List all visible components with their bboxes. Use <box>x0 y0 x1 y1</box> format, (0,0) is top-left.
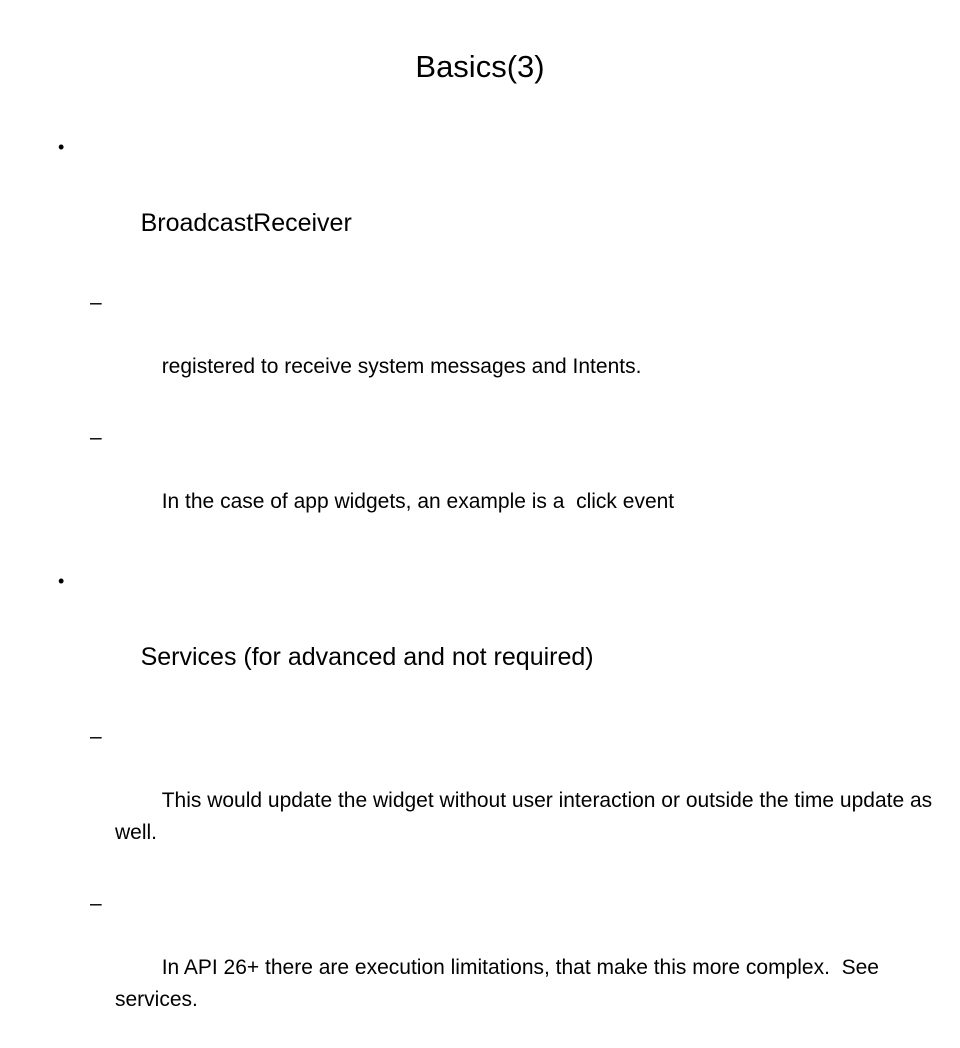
bullet-item-level2-label: In API 26+ there are execution limitatio… <box>115 956 885 1011</box>
bullet-item-level2-label: registered to receive system messages an… <box>161 355 642 378</box>
dash-icon: – <box>90 426 102 449</box>
dash-icon: – <box>90 291 102 314</box>
bullet-group: • Services (for advanced and not require… <box>0 562 960 1048</box>
bullet-item-level1: • BroadcastReceiver <box>0 128 960 280</box>
bullet-item-level1: • Services (for advanced and not require… <box>0 562 960 714</box>
bullet-dot-icon: • <box>58 137 65 157</box>
slide-body: • BroadcastReceiver – registered to rece… <box>0 128 960 1048</box>
bullet-item-level1-label: BroadcastReceiver <box>140 209 352 237</box>
bullet-item-level2-label: In the case of app widgets, an example i… <box>161 490 675 513</box>
dash-icon: – <box>90 725 102 748</box>
bullet-group: • BroadcastReceiver – registered to rece… <box>0 128 960 550</box>
bullet-item-level2: – In API 26+ there are execution limitat… <box>0 888 960 1048</box>
bullet-item-level1-label: Services (for advanced and not required) <box>140 643 594 671</box>
bullet-dot-icon: • <box>58 571 65 591</box>
presentation-slide: Basics(3) • BroadcastReceiver – register… <box>0 0 960 1011</box>
bullet-item-level2: – In the case of app widgets, an example… <box>0 422 960 550</box>
bullet-item-level2: – This would update the widget without u… <box>0 721 960 881</box>
bullet-item-level2-label: This would update the widget without use… <box>115 789 938 844</box>
bullet-item-level2: – registered to receive system messages … <box>0 287 960 415</box>
dash-icon: – <box>90 892 102 915</box>
slide-title: Basics(3) <box>415 49 545 84</box>
